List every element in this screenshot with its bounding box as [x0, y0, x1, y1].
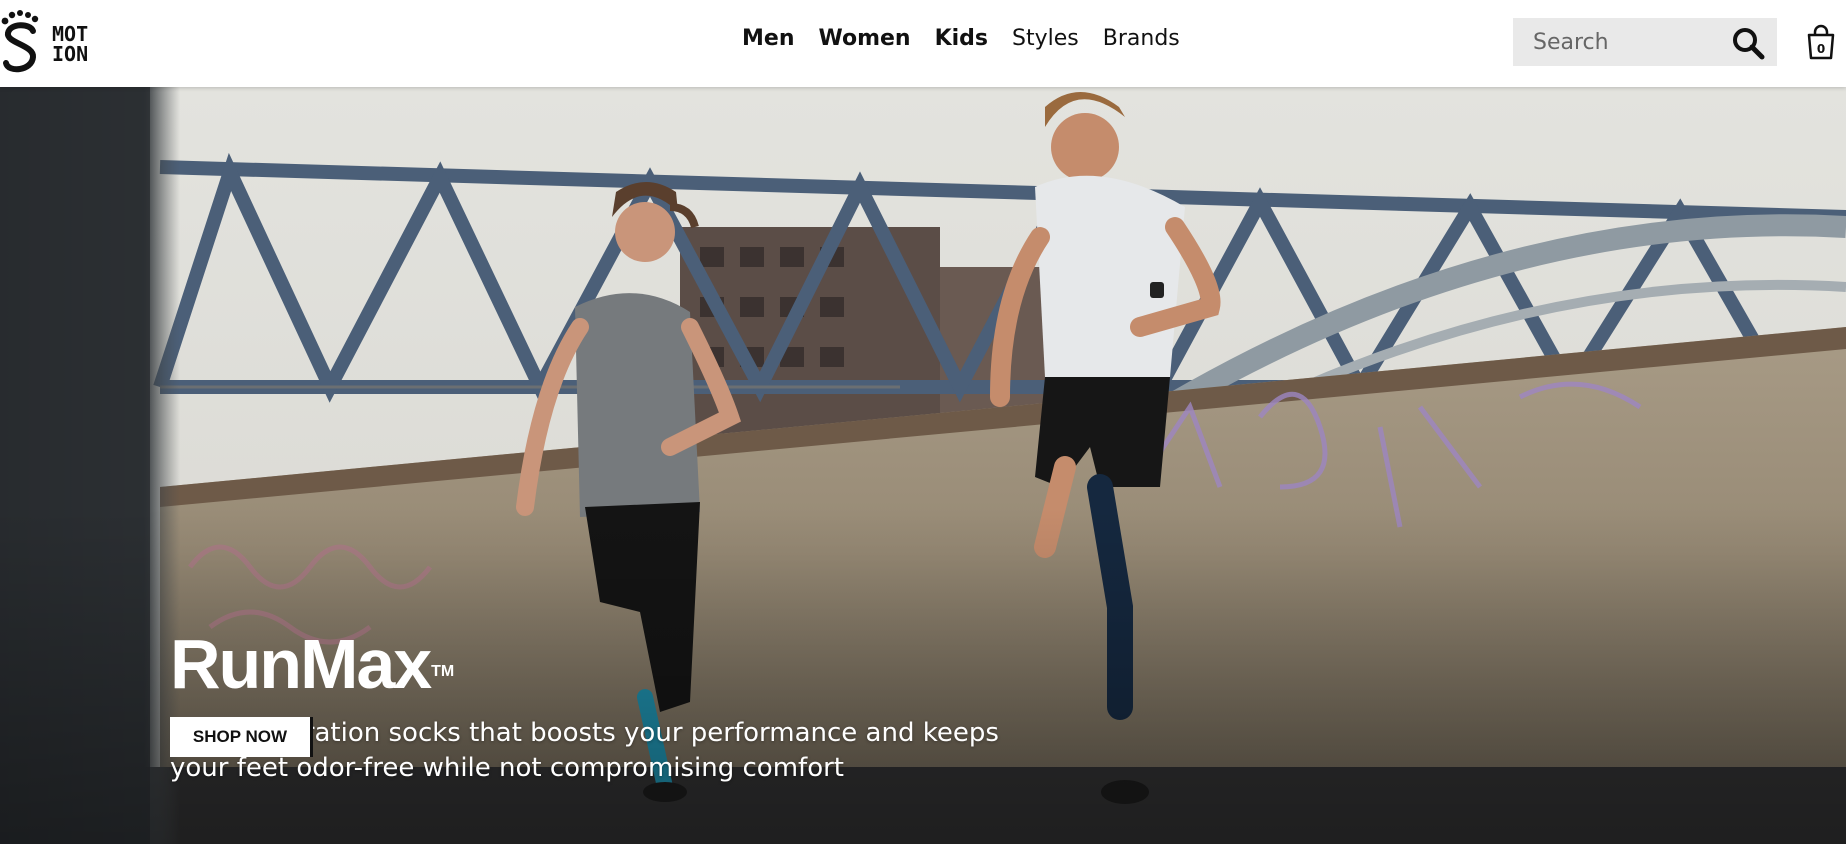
logo-text-line2: ION	[52, 42, 89, 66]
hero-copy: RunMax TM Next generation socks that boo…	[170, 624, 1050, 786]
nav-styles[interactable]: Styles	[1012, 22, 1079, 56]
main-nav: Men Women Kids Styles Brands	[742, 22, 1204, 56]
nav-men[interactable]: Men	[742, 22, 794, 56]
hero-title: RunMax TM	[170, 624, 454, 704]
cart-count: 0	[1817, 42, 1825, 56]
search-input[interactable]	[1513, 18, 1733, 66]
site-header: MOT ION Men Women Kids Styles Brands 0	[0, 0, 1846, 87]
hero-title-text: RunMax	[170, 625, 432, 703]
nav-kids[interactable]: Kids	[935, 22, 988, 56]
hero-banner: RunMax TM Next generation socks that boo…	[0, 87, 1846, 844]
trademark-mark: TM	[431, 663, 455, 680]
search-icon[interactable]	[1731, 26, 1765, 60]
search-box	[1513, 18, 1777, 66]
logo-text: MOT ION	[52, 24, 88, 64]
nav-brands[interactable]: Brands	[1103, 22, 1180, 56]
shop-now-button[interactable]: SHOP NOW	[170, 717, 310, 757]
logo-text-line1: MOT	[52, 22, 89, 46]
nav-women[interactable]: Women	[818, 22, 910, 56]
footprint-s-icon	[1, 10, 39, 73]
shopping-bag-icon[interactable]: 0	[1806, 24, 1836, 60]
logo[interactable]: MOT ION	[0, 8, 110, 80]
